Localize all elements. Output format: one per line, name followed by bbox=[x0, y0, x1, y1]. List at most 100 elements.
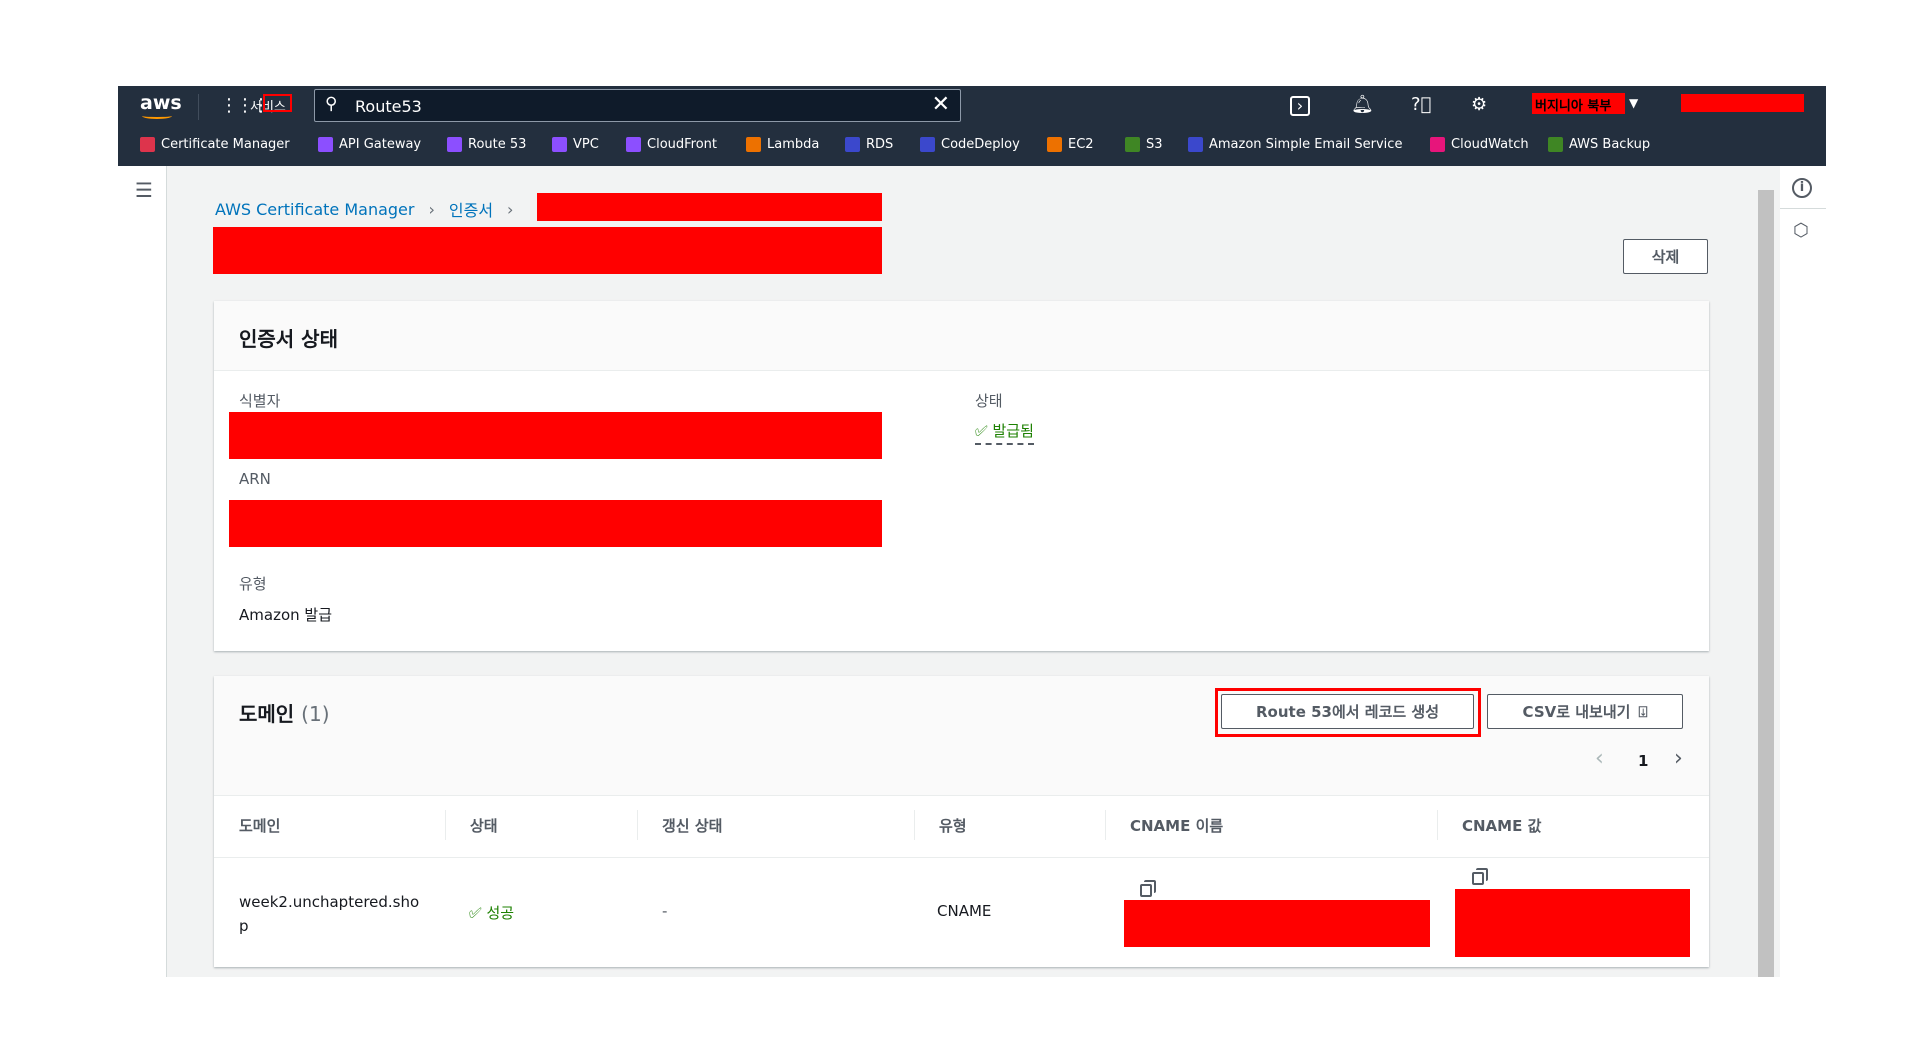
sidebar: ☰ bbox=[118, 166, 167, 977]
column-header[interactable]: CNAME 이름 bbox=[1130, 815, 1223, 836]
breadcrumb-certificates[interactable]: 인증서 bbox=[449, 197, 493, 221]
column-divider bbox=[1437, 810, 1438, 840]
favorite-ec2[interactable]: EC2 bbox=[1047, 137, 1094, 152]
redaction-outline bbox=[263, 94, 292, 112]
breadcrumb: AWS Certificate Manager › 인증서 › bbox=[215, 197, 513, 221]
check-circle-icon: ✅︎ bbox=[469, 904, 482, 922]
favorite-codedeploy[interactable]: CodeDeploy bbox=[920, 137, 1020, 152]
record-type: CNAME bbox=[937, 902, 992, 920]
favorite-label: RDS bbox=[866, 137, 894, 152]
service-icon bbox=[447, 137, 462, 152]
breadcrumb-current-redacted bbox=[537, 193, 882, 221]
domain-status: ✅︎ 성공 bbox=[469, 904, 515, 922]
service-icon bbox=[626, 137, 641, 152]
search-input[interactable]: ⚲ Route53 ✕ bbox=[314, 89, 961, 122]
bell-icon[interactable]: 🔔︎ bbox=[1351, 94, 1374, 115]
certificate-status-card: 인증서 상태 식별자 ARN 유형 Amazon 발급 상태 ✅︎ 발급됨 bbox=[214, 301, 1709, 651]
service-icon bbox=[318, 137, 333, 152]
column-divider bbox=[914, 810, 915, 840]
favorite-lambda[interactable]: Lambda bbox=[746, 137, 819, 152]
favorite-cloudfront[interactable]: CloudFront bbox=[626, 137, 717, 152]
column-divider bbox=[1105, 810, 1106, 840]
region-selector[interactable]: 버지니아 북부 bbox=[1535, 95, 1611, 114]
favorite-label: CloudWatch bbox=[1451, 137, 1529, 152]
column-header[interactable]: 상태 bbox=[470, 815, 498, 836]
favorite-label: Route 53 bbox=[468, 137, 527, 152]
service-icon bbox=[746, 137, 761, 152]
cloudshell-icon[interactable]: › bbox=[1290, 96, 1310, 116]
column-header[interactable]: 도메인 bbox=[239, 815, 280, 836]
favorite-label: Certificate Manager bbox=[161, 137, 290, 152]
aws-logo[interactable]: aws bbox=[140, 92, 182, 114]
card-title: 인증서 상태 bbox=[239, 327, 338, 351]
favorite-label: VPC bbox=[573, 137, 599, 152]
arn-label: ARN bbox=[239, 470, 271, 488]
prev-page-icon[interactable]: ‹ bbox=[1595, 746, 1604, 771]
caret-down-icon[interactable]: ▼ bbox=[1629, 96, 1638, 110]
copy-icon[interactable] bbox=[1472, 868, 1488, 885]
hamburger-icon[interactable]: ☰ bbox=[135, 178, 153, 202]
help-icon[interactable]: ?⃝ bbox=[1411, 94, 1431, 115]
favorite-label: AWS Backup bbox=[1569, 137, 1651, 152]
favorite-rds[interactable]: RDS bbox=[845, 137, 893, 152]
arn-redacted bbox=[229, 500, 882, 547]
favorite-certificate-manager[interactable]: Certificate Manager bbox=[140, 137, 290, 152]
status-badge[interactable]: ✅︎ 발급됨 bbox=[975, 420, 1034, 445]
divider bbox=[198, 94, 199, 120]
favorite-amazon-simple-email-service[interactable]: Amazon Simple Email Service bbox=[1188, 137, 1402, 152]
divider bbox=[214, 857, 1709, 858]
service-icon bbox=[1548, 137, 1563, 152]
favorite-aws-backup[interactable]: AWS Backup bbox=[1548, 137, 1650, 152]
chevron-right-icon: › bbox=[507, 199, 514, 219]
cname-name-redacted bbox=[1124, 900, 1430, 947]
domain-cell: week2.unchaptered.sho p bbox=[239, 893, 420, 935]
type-value: Amazon 발급 bbox=[239, 606, 332, 624]
status-value: 발급됨 bbox=[992, 422, 1034, 440]
identifier-redacted bbox=[229, 412, 882, 459]
card-header bbox=[214, 676, 1709, 796]
breadcrumb-acm[interactable]: AWS Certificate Manager bbox=[215, 200, 414, 219]
column-header[interactable]: 유형 bbox=[939, 815, 967, 836]
service-icon bbox=[1430, 137, 1445, 152]
clear-search-icon[interactable]: ✕ bbox=[932, 92, 950, 117]
service-icon bbox=[1047, 137, 1062, 152]
chevron-right-icon: › bbox=[428, 199, 435, 219]
service-icon bbox=[552, 137, 567, 152]
renewal-status: - bbox=[662, 902, 668, 920]
create-route53-record-button[interactable]: Route 53에서 레코드 생성 bbox=[1221, 694, 1474, 729]
favorite-cloudwatch[interactable]: CloudWatch bbox=[1430, 137, 1529, 152]
favorite-vpc[interactable]: VPC bbox=[552, 137, 599, 152]
favorite-route-53[interactable]: Route 53 bbox=[447, 137, 526, 152]
favorite-label: S3 bbox=[1146, 137, 1163, 152]
favorite-label: API Gateway bbox=[339, 137, 422, 152]
domains-title: 도메인 (1) bbox=[239, 702, 330, 726]
shield-icon[interactable]: ⬡ bbox=[1793, 220, 1809, 241]
tools-panel: i ⬡ bbox=[1780, 166, 1826, 977]
export-csv-button[interactable]: CSV로 내보내기 ⍗ bbox=[1487, 694, 1683, 729]
page-number[interactable]: 1 bbox=[1638, 752, 1648, 770]
favorite-api-gateway[interactable]: API Gateway bbox=[318, 137, 421, 152]
favorite-label: CodeDeploy bbox=[941, 137, 1020, 152]
favorite-s3[interactable]: S3 bbox=[1125, 137, 1163, 152]
status-label: 상태 bbox=[975, 392, 1003, 410]
delete-button[interactable]: 삭제 bbox=[1623, 239, 1708, 274]
copy-icon[interactable] bbox=[1140, 880, 1156, 897]
card-header bbox=[214, 301, 1709, 371]
favorite-label: CloudFront bbox=[647, 137, 718, 152]
service-icon bbox=[920, 137, 935, 152]
service-icon bbox=[1125, 137, 1140, 152]
info-icon[interactable]: i bbox=[1792, 178, 1812, 198]
column-header[interactable]: CNAME 값 bbox=[1462, 815, 1541, 836]
column-header[interactable]: 갱신 상태 bbox=[662, 815, 722, 836]
scrollbar[interactable] bbox=[1758, 190, 1774, 977]
gear-icon[interactable]: ⚙ bbox=[1471, 94, 1487, 115]
page-title-redacted bbox=[213, 227, 882, 274]
domains-count: (1) bbox=[301, 702, 330, 726]
favorite-label: Amazon Simple Email Service bbox=[1209, 137, 1403, 152]
column-divider bbox=[637, 810, 638, 840]
account-redacted[interactable] bbox=[1681, 94, 1804, 112]
next-page-icon[interactable]: › bbox=[1674, 746, 1683, 771]
cname-value-redacted bbox=[1455, 889, 1690, 957]
aws-smile-icon bbox=[142, 113, 172, 119]
service-icon bbox=[140, 137, 155, 152]
